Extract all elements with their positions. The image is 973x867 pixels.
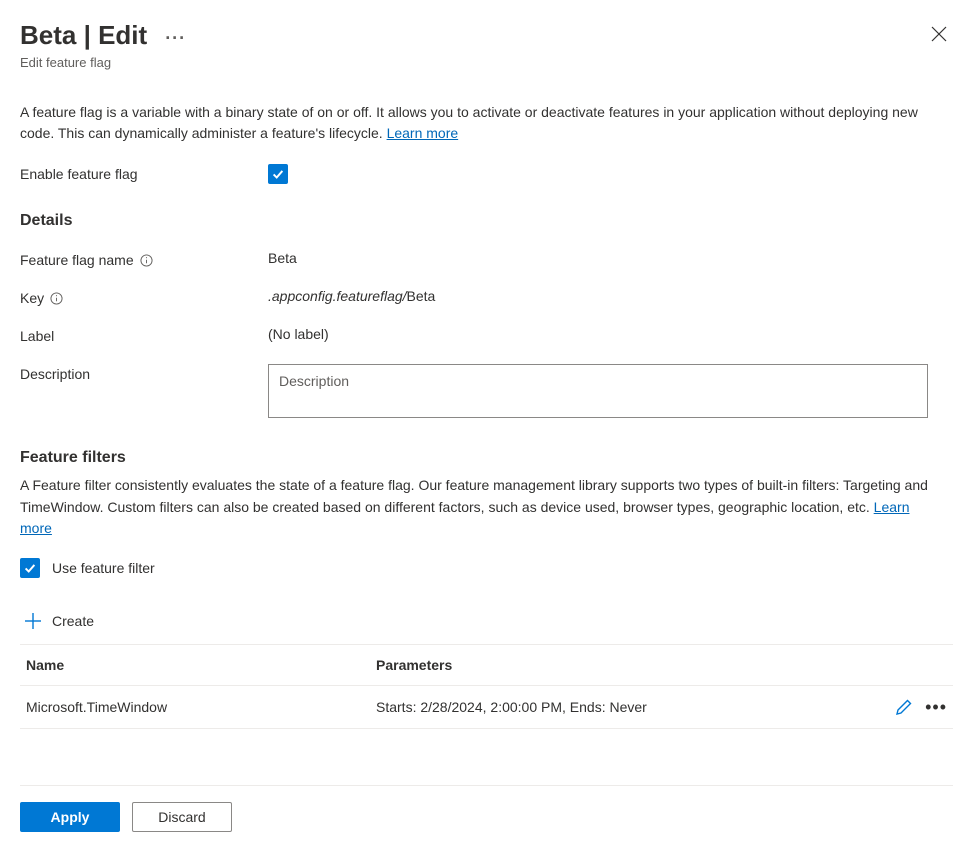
page-title: Beta | Edit [20, 20, 147, 51]
edit-icon[interactable] [895, 698, 913, 716]
filters-description: A Feature filter consistently evaluates … [20, 475, 940, 540]
key-value: .appconfig.featureflag/Beta [268, 288, 953, 304]
intro-learn-more-link[interactable]: Learn more [387, 125, 459, 141]
info-icon[interactable] [50, 292, 63, 305]
filters-heading: Feature filters [20, 449, 953, 467]
apply-button[interactable]: Apply [20, 802, 120, 832]
table-row[interactable]: Microsoft.TimeWindow Starts: 2/28/2024, … [20, 686, 953, 729]
details-heading: Details [20, 212, 953, 230]
use-filter-checkbox[interactable] [20, 558, 40, 578]
more-actions-icon[interactable]: ··· [165, 29, 186, 47]
enable-flag-checkbox[interactable] [268, 164, 288, 184]
name-value: Beta [268, 250, 953, 266]
filter-name: Microsoft.TimeWindow [20, 686, 370, 729]
col-parameters-header: Parameters [370, 645, 873, 686]
name-label: Feature flag name [20, 252, 134, 268]
page-subtitle: Edit feature flag [20, 55, 931, 70]
use-filter-label: Use feature filter [52, 560, 155, 576]
row-more-icon[interactable]: ••• [925, 698, 947, 716]
create-filter-label: Create [52, 613, 94, 629]
close-icon[interactable] [931, 26, 947, 42]
description-label: Description [20, 364, 268, 382]
col-name-header: Name [20, 645, 370, 686]
enable-flag-label: Enable feature flag [20, 164, 268, 182]
intro-text: A feature flag is a variable with a bina… [20, 102, 940, 144]
label-label: Label [20, 326, 268, 344]
create-filter-button[interactable]: Create [20, 606, 953, 645]
filter-parameters: Starts: 2/28/2024, 2:00:00 PM, Ends: Nev… [370, 686, 873, 729]
filters-table: Name Parameters Microsoft.TimeWindow Sta… [20, 645, 953, 729]
discard-button[interactable]: Discard [132, 802, 232, 832]
plus-icon [24, 612, 42, 630]
label-value: (No label) [268, 326, 953, 342]
description-input[interactable] [268, 364, 928, 418]
info-icon[interactable] [140, 254, 153, 267]
key-label: Key [20, 290, 44, 306]
